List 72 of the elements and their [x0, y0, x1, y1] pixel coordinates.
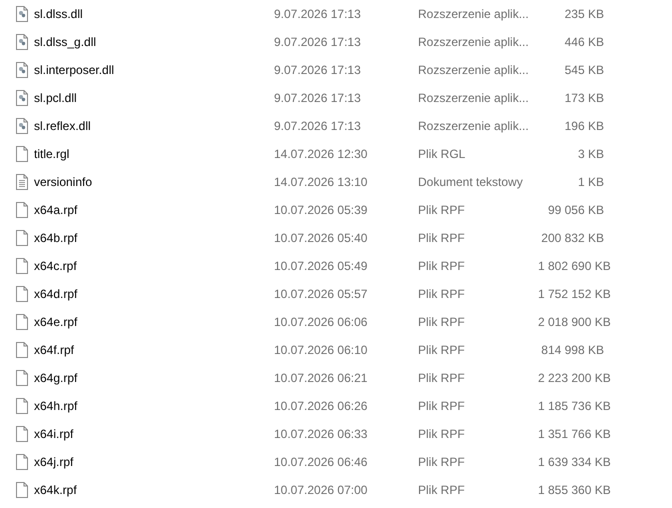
file-name[interactable]: x64h.rpf [34, 399, 78, 413]
file-size: 1 802 690 KB [538, 259, 611, 273]
file-type: Plik RPF [418, 287, 465, 301]
modified-date: 10.07.2026 06:26 [274, 399, 368, 413]
file-type: Plik RPF [418, 371, 465, 385]
file-name[interactable]: x64i.rpf [34, 427, 74, 441]
file-name[interactable]: x64a.rpf [34, 203, 78, 217]
file-size: 1 855 360 KB [538, 483, 611, 497]
modified-date: 10.07.2026 06:46 [274, 455, 368, 469]
file-name[interactable]: x64e.rpf [34, 315, 78, 329]
file-name[interactable]: sl.dlss.dll [34, 7, 83, 21]
file-type: Plik RPF [418, 203, 465, 217]
file-type: Plik RPF [418, 455, 465, 469]
modified-date: 10.07.2026 07:00 [274, 483, 368, 497]
file-size: 1 185 736 KB [538, 399, 611, 413]
file-name[interactable]: x64g.rpf [34, 371, 78, 385]
modified-date: 10.07.2026 06:33 [274, 427, 368, 441]
file-name[interactable]: x64k.rpf [34, 483, 77, 497]
file-type: Plik RPF [418, 259, 465, 273]
file-size: 200 832 KB [541, 231, 604, 245]
modified-date: 10.07.2026 05:57 [274, 287, 368, 301]
modified-date: 14.07.2026 12:30 [274, 147, 368, 161]
file-name[interactable]: sl.pcl.dll [34, 91, 77, 105]
file-type: Plik RGL [418, 147, 466, 161]
modified-date: 10.07.2026 05:40 [274, 231, 368, 245]
file-name[interactable]: x64f.rpf [34, 343, 74, 357]
file-size: 196 KB [564, 119, 604, 133]
file-size: 1 351 766 KB [538, 427, 611, 441]
file-name[interactable]: versioninfo [34, 175, 92, 189]
file-size: 2 223 200 KB [538, 371, 611, 385]
modified-date: 9.07.2026 17:13 [274, 119, 361, 133]
file-size: 446 KB [564, 35, 604, 49]
file-name[interactable]: sl.dlss_g.dll [34, 35, 96, 49]
modified-date: 10.07.2026 06:10 [274, 343, 368, 357]
file-name[interactable]: x64j.rpf [34, 455, 74, 469]
file-name[interactable]: x64b.rpf [34, 231, 78, 245]
file-name[interactable]: sl.interposer.dll [34, 63, 114, 77]
file-name[interactable]: title.rgl [34, 147, 70, 161]
file-type: Plik RPF [418, 343, 465, 357]
file-size: 235 KB [564, 7, 604, 21]
modified-date: 9.07.2026 17:13 [274, 35, 361, 49]
file-type: Rozszerzenie aplik... [418, 7, 529, 21]
file-type: Dokument tekstowy [418, 175, 523, 189]
file-size: 3 KB [578, 147, 604, 161]
file-type: Plik RPF [418, 483, 465, 497]
file-size: 1 KB [578, 175, 604, 189]
file-type: Plik RPF [418, 315, 465, 329]
file-type: Plik RPF [418, 427, 465, 441]
file-name[interactable]: x64d.rpf [34, 287, 78, 301]
file-size: 173 KB [564, 91, 604, 105]
file-size: 2 018 900 KB [538, 315, 611, 329]
file-size: 545 KB [564, 63, 604, 77]
modified-date: 9.07.2026 17:13 [274, 7, 361, 21]
file-name[interactable]: sl.reflex.dll [34, 119, 91, 133]
modified-date: 14.07.2026 13:10 [274, 175, 368, 189]
file-size: 99 056 KB [548, 203, 604, 217]
file-size: 1 752 152 KB [538, 287, 611, 301]
file-size: 814 998 KB [541, 343, 604, 357]
modified-date: 10.07.2026 05:39 [274, 203, 368, 217]
modified-date: 9.07.2026 17:13 [274, 63, 361, 77]
file-size: 1 639 334 KB [538, 455, 611, 469]
modified-date: 10.07.2026 06:21 [274, 371, 368, 385]
modified-date: 9.07.2026 17:13 [274, 91, 361, 105]
modified-date: 10.07.2026 05:49 [274, 259, 368, 273]
file-type: Rozszerzenie aplik... [418, 91, 529, 105]
file-name[interactable]: x64c.rpf [34, 259, 77, 273]
file-type: Rozszerzenie aplik... [418, 119, 529, 133]
file-type: Plik RPF [418, 231, 465, 245]
file-type: Plik RPF [418, 399, 465, 413]
modified-date: 10.07.2026 06:06 [274, 315, 368, 329]
file-type: Rozszerzenie aplik... [418, 63, 529, 77]
file-type: Rozszerzenie aplik... [418, 35, 529, 49]
